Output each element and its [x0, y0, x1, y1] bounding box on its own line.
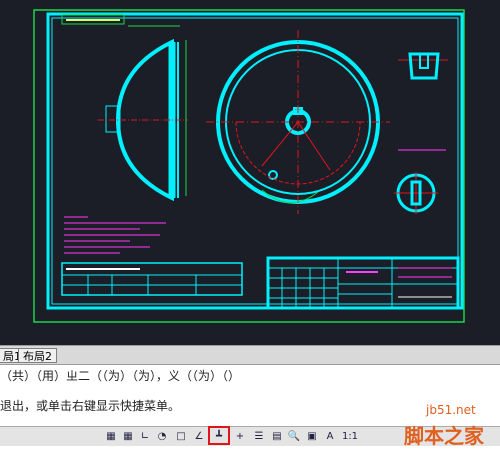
ortho-icon[interactable]: ∟ [138, 430, 152, 443]
detail-a-slot [419, 53, 429, 69]
layout-tabs: 局1 布局2 [0, 345, 500, 365]
highlight-box [208, 426, 230, 445]
scale-icon[interactable]: A [323, 430, 337, 443]
osnap-icon[interactable]: □ [174, 430, 188, 443]
watermark-site: jb51.net [426, 403, 476, 417]
detail-a [408, 52, 440, 80]
command-line-2: 退出，或单击右键显示快捷菜单。 [0, 399, 181, 413]
watermark-name: 脚本之家 [404, 424, 484, 448]
tab-layout2[interactable]: 布局2 [18, 348, 57, 363]
dyn-icon[interactable]: + [233, 430, 247, 443]
param-table [61, 262, 243, 296]
polar-icon[interactable]: ◔ [155, 430, 169, 443]
tech-notes [64, 216, 166, 254]
radial-line-2 [297, 121, 331, 171]
drawing-frame-inner [51, 17, 459, 305]
radial-line-1 [261, 121, 299, 167]
otrack-icon[interactable]: ∠ [192, 430, 206, 443]
command-window[interactable]: （共）（用）ㄓ二（（为）（为），义（（为）（） 退出，或单击右键显示快捷菜单。 [0, 365, 500, 426]
zoom-icon[interactable]: 🔍 [287, 430, 301, 443]
annot-icon[interactable]: ▣ [305, 430, 319, 443]
snap-icon[interactable]: ▦ [121, 430, 135, 443]
title-block-grid [268, 268, 338, 308]
grid-icon[interactable]: ▦ [104, 430, 118, 443]
annotation-scale[interactable]: 1:1 [339, 430, 361, 443]
lineweight-icon[interactable]: ☰ [252, 430, 266, 443]
drawing-canvas[interactable] [0, 0, 500, 345]
quickprops-icon[interactable]: ▤ [270, 430, 284, 443]
drawing-frame [46, 12, 464, 310]
command-line-1: （共）（用）ㄓ二（（为）（为），义（（为）（） [0, 369, 241, 383]
cad-drawing [33, 9, 465, 323]
